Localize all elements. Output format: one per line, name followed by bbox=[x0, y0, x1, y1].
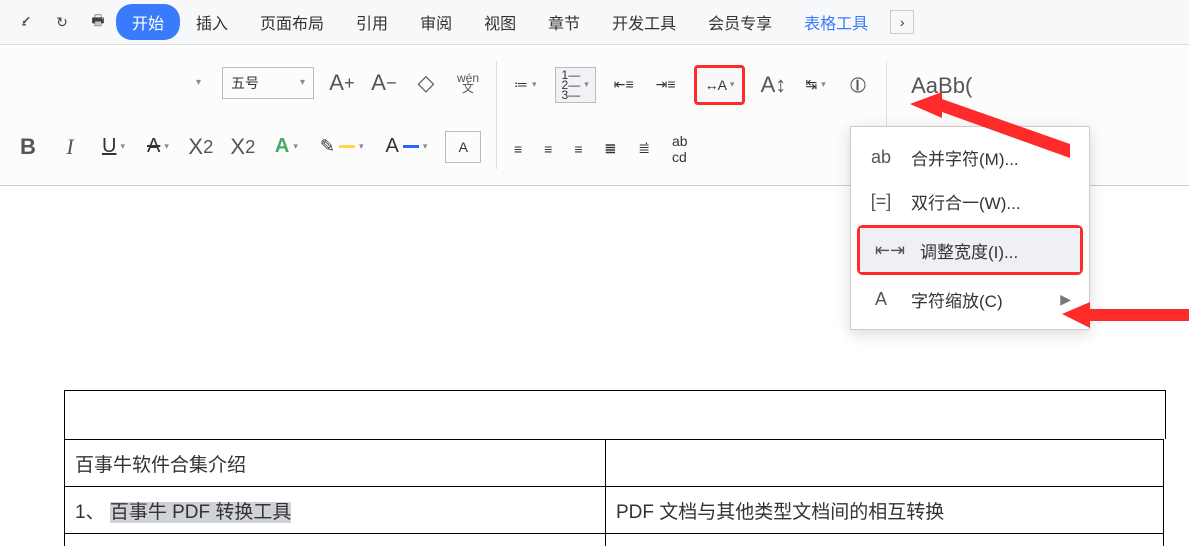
tab-chapter[interactable]: 章节 bbox=[532, 4, 596, 40]
table-row[interactable]: 1、 百事牛 PDF 转换工具 PDF 文档与其他类型文档间的相互转换 bbox=[65, 487, 1164, 534]
menu-tab-bar: ⭹ ↻ 🖶 开始 插入 页面布局 引用 审阅 视图 章节 开发工具 会员专享 表… bbox=[0, 0, 1189, 45]
cell-text: PDF 文档与其他类型文档间的相互转换 bbox=[616, 502, 944, 523]
font-family-select[interactable]: ▾ bbox=[14, 67, 208, 99]
grow-font-button[interactable]: A+ bbox=[328, 68, 356, 98]
table-row[interactable]: 2、 百事牛 HEIC 图片专家 批量 HEIC 图片无损转换格式 bbox=[65, 534, 1164, 546]
font-color-button[interactable]: A▾ bbox=[381, 130, 431, 164]
tab-view[interactable]: 视图 bbox=[468, 4, 532, 40]
sort-button[interactable]: ↹▾ bbox=[801, 68, 829, 102]
font-size-select[interactable]: 五号 ▾ bbox=[222, 67, 314, 99]
strikethrough-button[interactable]: A▾ bbox=[143, 130, 173, 164]
cell-text-selected: 百事牛 PDF 转换工具 bbox=[110, 502, 292, 523]
cell-text-prefix: 1、 bbox=[75, 502, 110, 523]
highlight-button[interactable]: ✎▾ bbox=[316, 130, 368, 164]
print-icon[interactable]: 🖶 bbox=[84, 8, 112, 36]
bold-button[interactable]: B bbox=[14, 132, 42, 162]
clear-format-button[interactable]: ◇ bbox=[412, 68, 440, 98]
menu-merge-chars-label: 合并字符(M)... bbox=[911, 145, 1019, 170]
document-area: 百事牛软件合集介绍 1、 百事牛 PDF 转换工具 PDF 文档与其他类型文档间… bbox=[64, 390, 1189, 546]
align-justify-button[interactable]: ≣ bbox=[601, 132, 621, 166]
numbering-button[interactable]: 1—2—3—▾ bbox=[555, 67, 596, 103]
tab-review[interactable]: 审阅 bbox=[404, 4, 468, 40]
char-scaling-icon: ↔A bbox=[705, 77, 726, 93]
show-marks-button[interactable]: ⦶ bbox=[844, 70, 872, 100]
submenu-arrow-icon: ▶ bbox=[1060, 291, 1071, 308]
phonetic-guide-button[interactable]: wén文 bbox=[454, 68, 482, 98]
redo-icon[interactable]: ↻ bbox=[48, 8, 76, 36]
tab-references[interactable]: 引用 bbox=[340, 4, 404, 40]
tab-overflow-icon[interactable]: › bbox=[890, 10, 914, 34]
line-spacing-button[interactable]: abcd bbox=[668, 132, 692, 166]
menu-char-scale[interactable]: A 字符缩放(C) ▶ bbox=[851, 277, 1089, 321]
tab-start[interactable]: 开始 bbox=[116, 4, 180, 40]
ribbon-group-font: ▾ 五号 ▾ A+ A− ◇ wén文 B I U▾ A▾ X2 X2 A▾ ✎… bbox=[0, 51, 496, 179]
increase-indent-button[interactable]: ⇥≡ bbox=[652, 68, 680, 102]
font-size-value: 五号 bbox=[231, 73, 259, 93]
char-scaling-menu: ab 合并字符(M)... [=] 双行合一(W)... ⇤⇥ 调整宽度(I).… bbox=[850, 126, 1090, 330]
fit-width-icon: ⇤⇥ bbox=[878, 240, 902, 261]
tab-page-layout[interactable]: 页面布局 bbox=[244, 4, 340, 40]
decrease-indent-button[interactable]: ⇤≡ bbox=[610, 68, 638, 102]
align-left-button[interactable]: ≡ bbox=[510, 132, 526, 166]
text-effects-button[interactable]: A▾ bbox=[271, 130, 302, 164]
tab-dev-tools[interactable]: 开发工具 bbox=[596, 4, 692, 40]
tab-table-tools[interactable]: 表格工具 bbox=[788, 4, 884, 40]
menu-merge-chars[interactable]: ab 合并字符(M)... bbox=[851, 135, 1089, 179]
char-scale-icon: A bbox=[869, 289, 893, 310]
tab-insert[interactable]: 插入 bbox=[180, 4, 244, 40]
align-center-button[interactable]: ≡ bbox=[540, 132, 556, 166]
cell-text: 百事牛软件合集介绍 bbox=[75, 455, 246, 476]
superscript-button[interactable]: X2 bbox=[187, 132, 215, 162]
tab-vip[interactable]: 会员专享 bbox=[692, 4, 788, 40]
menu-fit-width-label: 调整宽度(I)... bbox=[920, 238, 1018, 263]
bullets-button[interactable]: ≔▾ bbox=[510, 68, 541, 102]
merge-chars-icon: ab bbox=[869, 147, 893, 168]
menu-fit-width[interactable]: ⇤⇥ 调整宽度(I)... bbox=[860, 228, 1080, 272]
char-scaling-button[interactable]: ↔A▾ bbox=[694, 65, 746, 105]
menu-char-scale-label: 字符缩放(C) bbox=[911, 287, 1003, 312]
menu-two-lines[interactable]: [=] 双行合一(W)... bbox=[851, 179, 1089, 223]
table-row[interactable]: 百事牛软件合集介绍 bbox=[65, 440, 1164, 487]
subscript-button[interactable]: X2 bbox=[229, 132, 257, 162]
text-direction-button[interactable]: A↕ bbox=[759, 70, 787, 100]
style-preview[interactable]: AaBb( bbox=[900, 69, 984, 103]
italic-button[interactable]: I bbox=[56, 132, 84, 162]
back-icon[interactable]: ⭹ bbox=[12, 8, 40, 36]
underline-button[interactable]: U▾ bbox=[98, 130, 129, 164]
menu-two-lines-label: 双行合一(W)... bbox=[911, 189, 1021, 214]
two-lines-icon: [=] bbox=[869, 191, 893, 212]
ribbon-group-paragraph: ≔▾ 1—2—3—▾ ⇤≡ ⇥≡ ↔A▾ A↕ ↹▾ ⦶ ≡ ≡ ≡ ≣ ≣̇ … bbox=[496, 51, 886, 179]
char-border-button[interactable]: A bbox=[445, 131, 481, 163]
shrink-font-button[interactable]: A− bbox=[370, 68, 398, 98]
align-right-button[interactable]: ≡ bbox=[570, 132, 586, 166]
distribute-button[interactable]: ≣̇ bbox=[634, 132, 654, 166]
document-table[interactable]: 百事牛软件合集介绍 1、 百事牛 PDF 转换工具 PDF 文档与其他类型文档间… bbox=[64, 439, 1164, 546]
